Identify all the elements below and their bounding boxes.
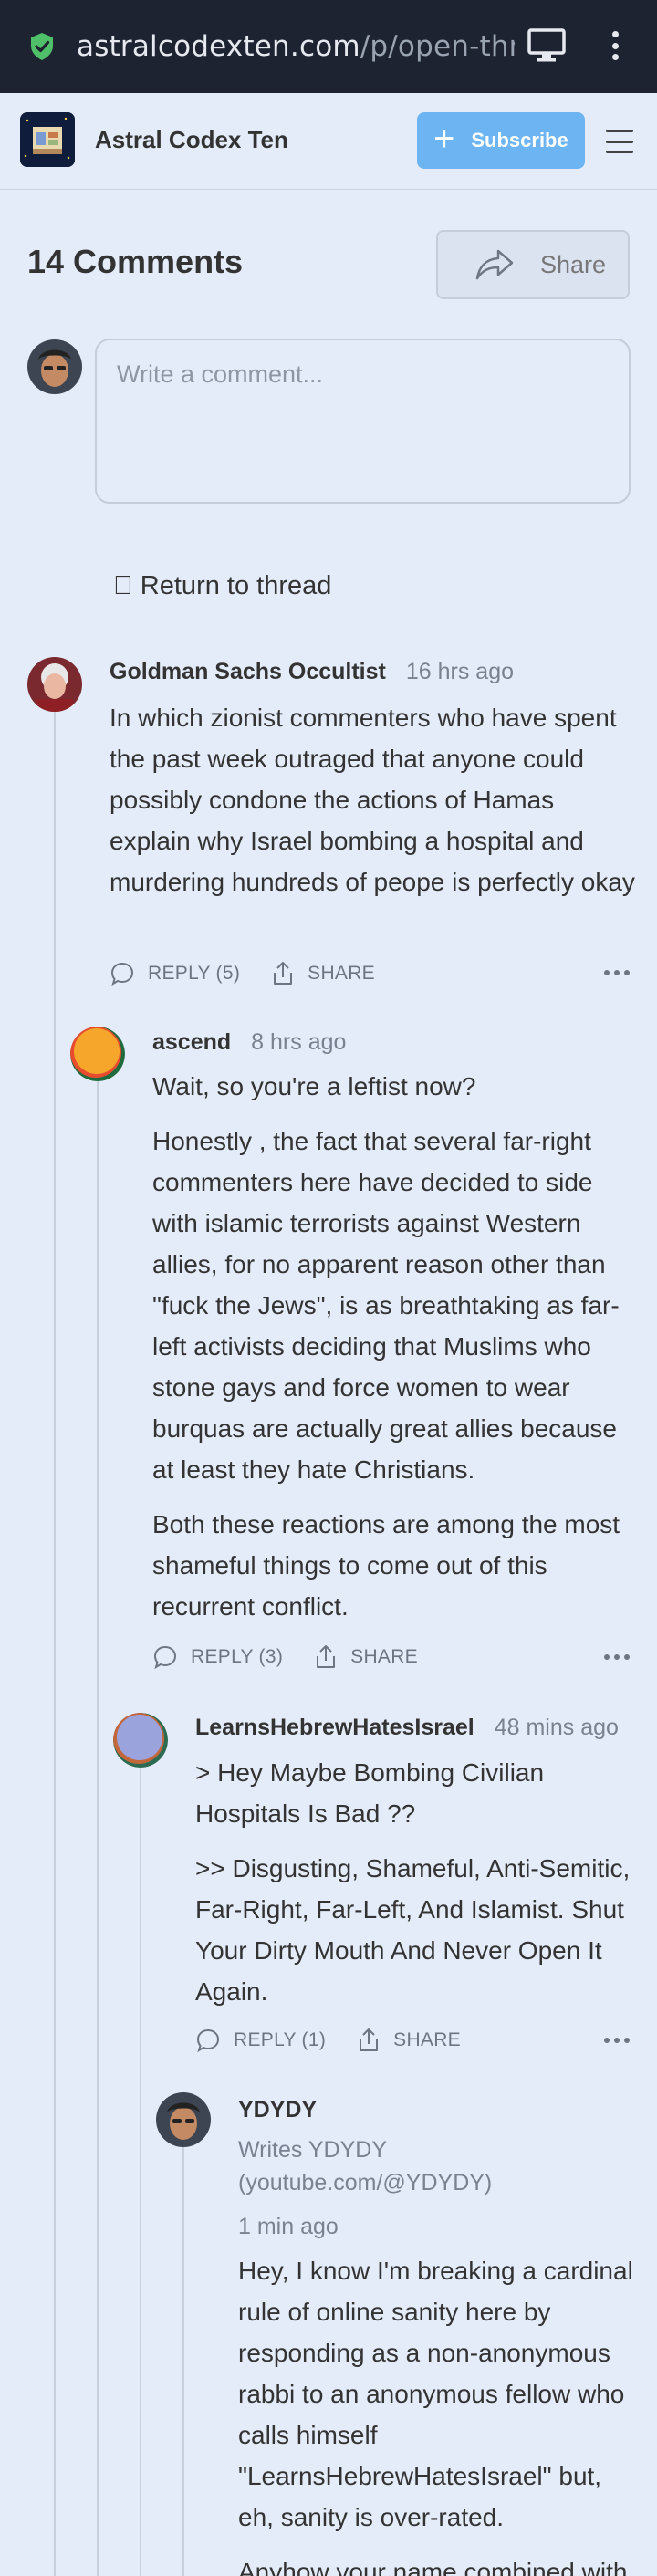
reply-label: REPLY (3): [191, 1646, 284, 1667]
comment-actions: REPLY (1) SHARE: [195, 2028, 492, 2053]
comment-header: YDYDY: [238, 2097, 317, 2123]
subscribe-button[interactable]: + Subscribe: [417, 112, 585, 169]
comment-paragraph: > Hey Maybe Bombing Civilian Hospitals I…: [195, 1758, 545, 1828]
return-to-thread-link[interactable]:   Return to thread: [113, 571, 331, 601]
comment-header: Goldman Sachs Occultist 16 hrs ago: [110, 659, 514, 685]
speech-bubble-icon: [153, 1645, 177, 1670]
comments-count-heading: 14 Comments: [27, 243, 244, 280]
reply-button[interactable]: REPLY (5): [110, 961, 240, 986]
browser-url-bar: astralcodexten.com/p/open-threa: [0, 0, 657, 93]
comment-header: ascend 8 hrs ago: [152, 1029, 346, 1056]
comment-paragraph: Anyhow your name combined with: [238, 2558, 628, 2576]
url-field[interactable]: astralcodexten.com/p/open-threa: [77, 30, 515, 63]
comment-paragraph: Honestly , the fact that several far-rig…: [152, 1127, 620, 1484]
thread-line: [54, 712, 56, 2576]
comment-paragraph: Wait, so you're a leftist now?: [152, 1072, 476, 1100]
comment-timestamp[interactable]: 48 mins ago: [495, 1715, 619, 1741]
thread-line: [140, 1768, 141, 2576]
comment-timestamp[interactable]: 8 hrs ago: [251, 1029, 346, 1056]
current-user-avatar: [27, 339, 82, 394]
avatar[interactable]: [156, 2092, 211, 2147]
desktop-site-icon[interactable]: [527, 27, 566, 68]
plus-icon: +: [433, 119, 455, 159]
comment-body: Hey, I know I'm breaking a cardinal rule…: [238, 2250, 637, 2576]
reply-label: REPLY (5): [148, 963, 241, 984]
share-label: Share: [540, 250, 607, 278]
share-upload-icon: [274, 962, 293, 985]
url-domain: astralcodexten.com: [77, 30, 360, 63]
more-options-icon[interactable]: [604, 1654, 630, 1662]
speech-bubble-icon: [196, 2028, 220, 2053]
comment-actions: REPLY (5) SHARE: [110, 961, 406, 986]
comment-body: In which zionist commenters who have spe…: [110, 697, 637, 916]
more-options-icon[interactable]: [604, 2038, 630, 2045]
thread-line: [182, 2147, 184, 2576]
browser-menu-icon[interactable]: [602, 27, 628, 64]
comment-author[interactable]: Goldman Sachs Occultist: [110, 659, 386, 685]
reply-button[interactable]: REPLY (3): [152, 1644, 283, 1670]
reply-label: REPLY (1): [234, 2029, 327, 2050]
share-comment-button[interactable]: SHARE: [357, 2028, 461, 2053]
url-path: /p/open-threa: [360, 30, 515, 63]
speech-bubble-icon: [110, 962, 134, 986]
secure-shield-icon: [27, 31, 57, 62]
thread-line: [97, 1081, 99, 2576]
comment-body: > Hey Maybe Bombing Civilian Hospitals I…: [195, 1752, 637, 2026]
share-comment-button[interactable]: SHARE: [314, 1644, 418, 1670]
reply-button[interactable]: REPLY (1): [195, 2028, 326, 2053]
comment-header: LearnsHebrewHatesIsrael 48 mins ago: [195, 1715, 619, 1741]
comment-author[interactable]: YDYDY: [238, 2097, 317, 2123]
share-label: SHARE: [350, 1646, 418, 1667]
comment-paragraph: In which zionist commenters who have spe…: [110, 704, 635, 896]
subscribe-label: Subscribe: [471, 129, 568, 151]
comment-author[interactable]: ascend: [152, 1029, 231, 1056]
comment-timestamp[interactable]: 16 hrs ago: [406, 659, 514, 685]
comment-author[interactable]: LearnsHebrewHatesIsrael: [195, 1715, 474, 1741]
share-upload-icon: [317, 1645, 336, 1668]
share-post-button[interactable]: Share: [436, 230, 630, 299]
avatar[interactable]: [70, 1027, 125, 1081]
more-options-icon[interactable]: [604, 970, 630, 977]
avatar[interactable]: [27, 657, 82, 712]
share-arrow-icon: [475, 249, 514, 280]
share-label: SHARE: [308, 963, 375, 984]
comment-paragraph: Hey, I know I'm breaking a cardinal rule…: [238, 2257, 633, 2531]
site-header: Astral Codex Ten + Subscribe: [0, 93, 657, 190]
comment-input[interactable]: Write a comment...: [95, 339, 631, 504]
comment-body: Wait, so you're a leftist now? Honestly …: [152, 1066, 637, 1641]
share-label: SHARE: [393, 2029, 461, 2050]
site-logo[interactable]: [20, 112, 75, 167]
site-name[interactable]: Astral Codex Ten: [95, 126, 288, 154]
share-comment-button[interactable]: SHARE: [271, 961, 375, 986]
author-byline[interactable]: Writes YDYDY (youtube.com/@YDYDY): [238, 2133, 521, 2199]
comment-timestamp[interactable]: 1 min ago: [238, 2210, 339, 2243]
comment-actions: REPLY (3) SHARE: [152, 1644, 449, 1670]
share-upload-icon: [360, 2028, 379, 2051]
comment-paragraph: Both these reactions are among the most …: [152, 1510, 620, 1621]
comment-paragraph: >> Disgusting, Shameful, Anti-Semitic, F…: [195, 1854, 631, 2006]
avatar[interactable]: [113, 1713, 168, 1768]
hamburger-menu-icon[interactable]: [606, 130, 633, 153]
